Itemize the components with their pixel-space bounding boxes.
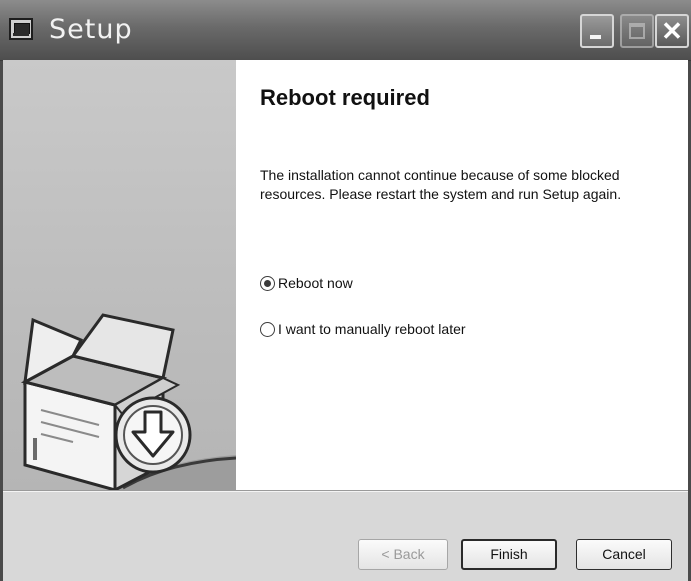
reboot-later-option[interactable]: I want to manually reboot later xyxy=(260,321,466,337)
reboot-later-label[interactable]: I want to manually reboot later xyxy=(278,321,466,337)
wizard-banner xyxy=(3,60,236,490)
close-icon: ✕ xyxy=(661,16,683,46)
close-button[interactable]: ✕ xyxy=(655,14,689,48)
info-message: The installation cannot continue because… xyxy=(260,167,622,202)
window-title: Setup xyxy=(49,14,133,45)
back-button: < Back xyxy=(358,539,448,570)
setup-window: Setup ✕ Reboot required The installation… xyxy=(0,0,691,581)
page-title: Reboot required xyxy=(260,85,430,110)
title-bar[interactable]: Setup ✕ xyxy=(0,0,691,61)
reboot-now-label[interactable]: Reboot now xyxy=(278,275,353,291)
radio-button-reboot-now[interactable] xyxy=(260,275,275,291)
wizard-content: Reboot required The installation cannot … xyxy=(236,60,688,490)
computer-icon xyxy=(9,18,33,40)
maximize-button xyxy=(620,14,654,48)
install-box-download-icon xyxy=(20,313,236,490)
reboot-now-option[interactable]: Reboot now xyxy=(260,275,353,291)
finish-button[interactable]: Finish xyxy=(461,539,557,570)
cancel-button[interactable]: Cancel xyxy=(576,539,672,570)
radio-button-reboot-later[interactable] xyxy=(260,321,275,337)
wizard-footer: < Back Finish Cancel xyxy=(3,492,688,581)
minimize-button[interactable] xyxy=(580,14,614,48)
